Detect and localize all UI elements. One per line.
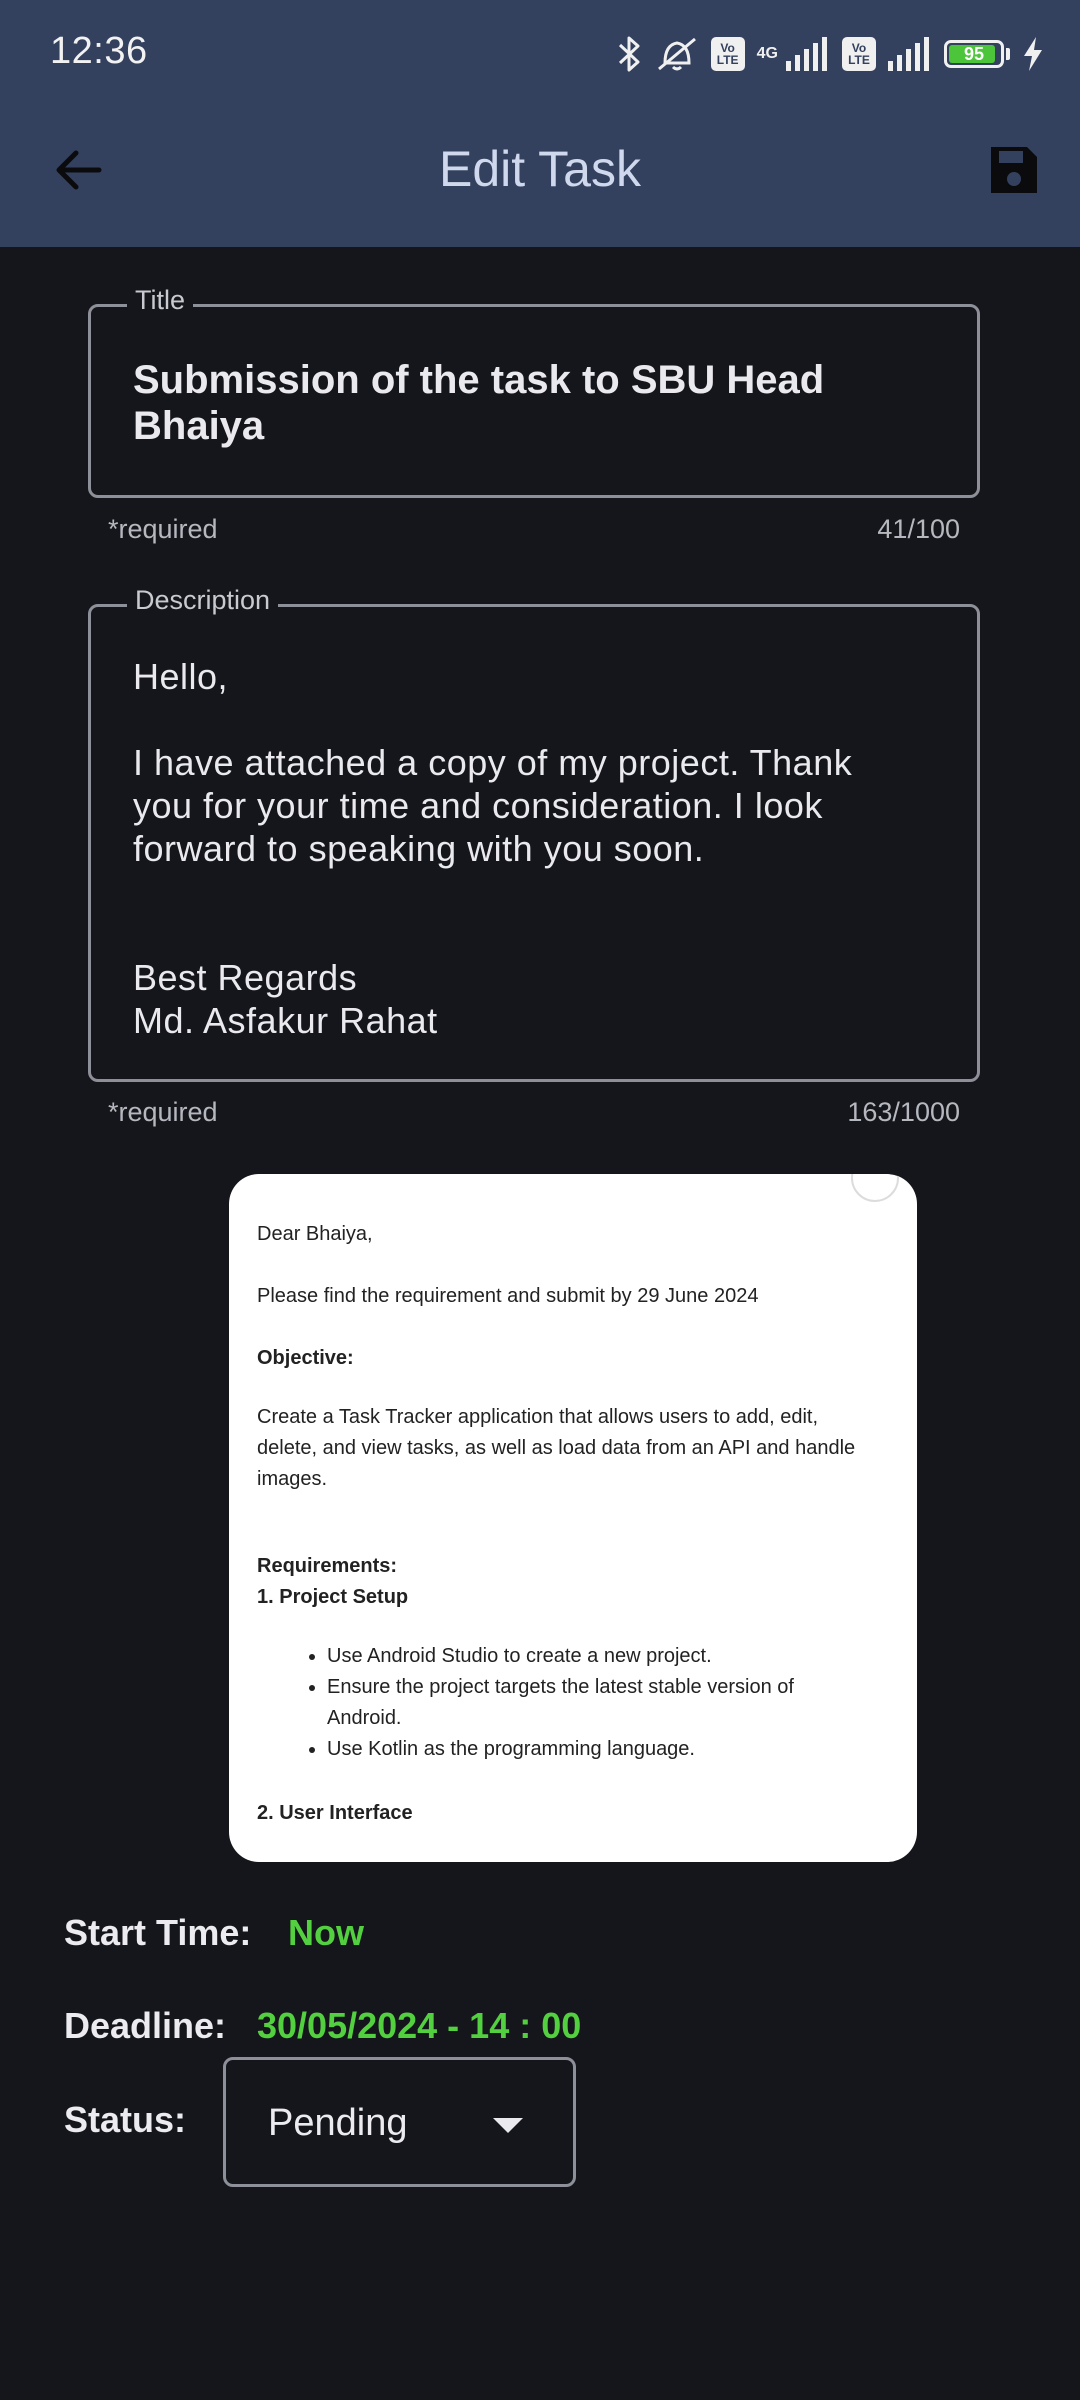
volte-icon: Vo LTE bbox=[842, 37, 876, 71]
save-button[interactable] bbox=[984, 140, 1044, 200]
description-char-counter: 163/1000 bbox=[847, 1097, 960, 1127]
status-selected-value: Pending bbox=[268, 2102, 408, 2144]
signal-icon bbox=[888, 37, 932, 71]
attachment-greeting: Dear Bhaiya, bbox=[257, 1223, 373, 1245]
deadline-label: Deadline: bbox=[64, 2005, 227, 2046]
caret-down-icon bbox=[493, 2118, 523, 2133]
image-corner-ring-icon bbox=[851, 1174, 899, 1202]
description-field[interactable]: Description Hello, I have attached a cop… bbox=[88, 585, 980, 1082]
description-required-text: *required bbox=[108, 1097, 218, 1127]
attachment-objective-heading: Objective: bbox=[257, 1347, 354, 1369]
volte-icon: Vo LTE bbox=[710, 37, 745, 71]
title-required-text: *required bbox=[108, 514, 218, 544]
floppy-save-icon bbox=[991, 147, 1037, 193]
vibrate-off-icon bbox=[655, 35, 699, 73]
attachment-bullets: Use Android Studio to create a new proje… bbox=[257, 1641, 857, 1765]
charging-icon bbox=[1022, 37, 1044, 71]
attachment-objective-text: Create a Task Tracker application that a… bbox=[257, 1406, 856, 1490]
attachment-section-2: 2. User Interface bbox=[257, 1802, 413, 1824]
page-title: Edit Task bbox=[439, 141, 641, 197]
start-time-value[interactable]: Now bbox=[288, 1912, 364, 1954]
title-input[interactable]: Submission of the task to SBU Head Bhaiy… bbox=[133, 357, 935, 449]
status-icons: Vo LTE 4G Vo LTE 95 bbox=[617, 30, 1044, 78]
description-input[interactable]: Hello, I have attached a copy of my proj… bbox=[133, 655, 935, 1042]
status-time: 12:36 bbox=[50, 30, 148, 72]
description-helper: *required 163/1000 bbox=[108, 1097, 960, 1128]
battery-icon: 95 bbox=[944, 40, 1004, 68]
title-helper: *required 41/100 bbox=[108, 514, 960, 545]
top-app-bar: 12:36 Vo LTE 4G Vo LTE 95 Edit Task bbox=[0, 0, 1080, 247]
signal-icon bbox=[786, 37, 830, 71]
status-label: Status: bbox=[64, 2099, 187, 2140]
status-dropdown[interactable]: Pending bbox=[223, 2057, 576, 2187]
list-item: Use Android Studio to create a new proje… bbox=[327, 1641, 857, 1672]
attachment-line: Please find the requirement and submit b… bbox=[257, 1285, 759, 1307]
task-image-attachment[interactable]: Dear Bhaiya, Please find the requirement… bbox=[229, 1174, 917, 1862]
list-item: Ensure the project targets the latest st… bbox=[327, 1672, 857, 1734]
deadline-value[interactable]: 30/05/2024 - 14 : 00 bbox=[257, 2005, 581, 2047]
network-type-label: 4G bbox=[756, 45, 778, 62]
list-item: Use Kotlin as the programming language. bbox=[327, 1734, 857, 1765]
start-time-label: Start Time: bbox=[64, 1912, 252, 1953]
description-field-label: Description bbox=[127, 585, 279, 616]
bluetooth-icon bbox=[617, 35, 643, 73]
title-field-label: Title bbox=[127, 285, 194, 316]
attachment-requirements-heading: Requirements: bbox=[257, 1555, 398, 1577]
attachment-section-1: 1. Project Setup bbox=[257, 1586, 409, 1608]
title-char-counter: 41/100 bbox=[877, 514, 960, 544]
title-field[interactable]: Title Submission of the task to SBU Head… bbox=[88, 285, 980, 498]
